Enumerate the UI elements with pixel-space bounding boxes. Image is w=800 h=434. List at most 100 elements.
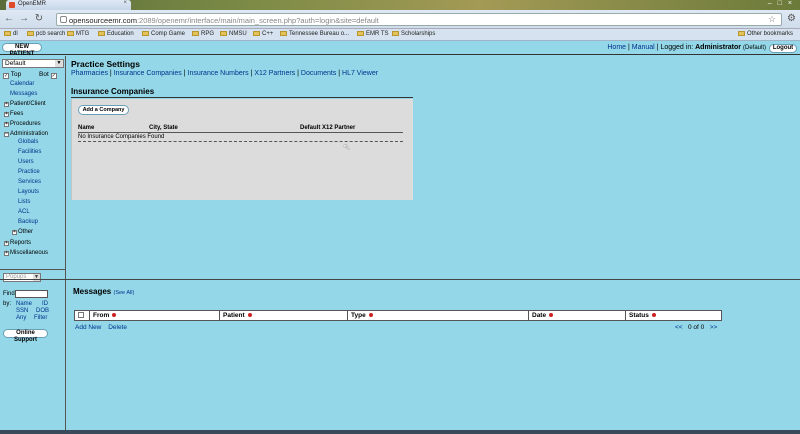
new-patient-button[interactable]: NEW PATIENT: [2, 43, 42, 57]
section-divider: [71, 97, 413, 98]
nav-messages[interactable]: Messages: [10, 91, 37, 97]
find-by-name[interactable]: Name: [16, 301, 32, 307]
find-by-id[interactable]: ID: [42, 301, 48, 307]
link-documents[interactable]: Documents: [301, 70, 336, 77]
pager-prev[interactable]: <<: [675, 324, 683, 331]
nav-fees[interactable]: + Fees: [4, 111, 23, 117]
nav-globals[interactable]: Globals: [18, 139, 38, 145]
find-by-ssn[interactable]: SSN: [16, 308, 28, 314]
nav-lists[interactable]: Lists: [18, 199, 30, 205]
bot-checkbox[interactable]: ✓: [50, 73, 57, 79]
sort-icon: [651, 313, 656, 317]
select-all-checkbox[interactable]: [78, 312, 84, 318]
bookmark-item[interactable]: EMR TS: [357, 31, 389, 37]
manual-link[interactable]: Manual: [632, 44, 655, 51]
home-link[interactable]: Home: [607, 44, 626, 51]
nav-miscellaneous[interactable]: + Miscellaneous: [4, 250, 48, 256]
by-label: by:: [3, 301, 12, 307]
bookmark-item[interactable]: RPG: [192, 31, 214, 37]
column-header-city-state: City, State: [149, 125, 178, 131]
close-tab-icon[interactable]: ×: [123, 0, 127, 6]
column-header-name: Name: [78, 125, 95, 131]
nav-layouts[interactable]: Layouts: [18, 189, 39, 195]
delete-link[interactable]: Delete: [108, 324, 127, 331]
reload-icon[interactable]: ↻: [33, 13, 45, 25]
top-links: Home | Manual | Logged in: Administrator…: [607, 44, 766, 51]
settings-links: Pharmacies | Insurance Companies | Insur…: [71, 70, 379, 77]
link-insurance-companies[interactable]: Insurance Companies: [114, 70, 182, 77]
top-checkbox[interactable]: ✓: [3, 73, 9, 79]
nav-administration[interactable]: – Administration: [4, 131, 48, 137]
bookmark-item[interactable]: pcb search: [27, 31, 65, 37]
header-divider: [78, 132, 403, 133]
sort-icon: [549, 313, 554, 317]
folder-icon: [142, 31, 149, 36]
online-support-button[interactable]: Online Support: [3, 329, 48, 343]
bookmark-item[interactable]: C++: [253, 31, 273, 37]
see-all-link[interactable]: (See All): [113, 290, 134, 296]
find-by-dob[interactable]: DOB: [36, 308, 49, 314]
window-controls[interactable]: –□×: [768, 0, 798, 10]
pager-next[interactable]: >>: [710, 324, 718, 331]
folder-icon: [253, 31, 260, 36]
section-title: Insurance Companies: [71, 87, 155, 96]
find-input[interactable]: [15, 290, 48, 298]
other-bookmarks[interactable]: Other bookmarks: [738, 31, 793, 37]
nav-backup[interactable]: Backup: [18, 219, 38, 225]
link-insurance-numbers[interactable]: Insurance Numbers: [188, 70, 249, 77]
expand-icon: +: [4, 240, 9, 246]
nav-other[interactable]: + Other: [12, 229, 33, 235]
address-bar[interactable]: opensourceemr.com:2089/openemr/interface…: [56, 13, 782, 26]
column-header-type[interactable]: Type: [347, 311, 528, 320]
forward-icon[interactable]: →: [18, 13, 30, 25]
expand-icon: +: [4, 101, 9, 107]
back-icon[interactable]: ←: [3, 13, 15, 25]
link-x12-partners[interactable]: X12 Partners: [254, 70, 295, 77]
link-hl7-viewer[interactable]: HL7 Viewer: [342, 70, 378, 77]
bookmark-star-icon[interactable]: ☆: [768, 14, 776, 25]
nav-services[interactable]: Services: [18, 179, 41, 185]
nav-patient-client[interactable]: + Patient/Client: [4, 101, 46, 107]
find-by-filter[interactable]: Filter: [34, 315, 47, 321]
folder-icon: [392, 31, 399, 36]
add-company-button[interactable]: Add a Company: [78, 105, 129, 115]
user-group: (Default): [742, 45, 766, 51]
bookmark-item[interactable]: Tennessee Bureau o...: [280, 31, 349, 37]
nav-practice[interactable]: Practice: [18, 169, 40, 175]
nav-acl[interactable]: ACL: [18, 209, 30, 215]
column-header-status[interactable]: Status: [625, 311, 721, 320]
messages-title-text: Messages: [73, 287, 112, 296]
bookmark-item[interactable]: dl: [4, 31, 18, 37]
nav-calendar[interactable]: Calendar: [10, 81, 34, 87]
logout-button[interactable]: Logout: [769, 44, 797, 53]
find-by-any[interactable]: Any: [16, 315, 26, 321]
nav-facilities[interactable]: Facilities: [18, 149, 41, 155]
nav-users[interactable]: Users: [18, 159, 34, 165]
column-header-date[interactable]: Date: [528, 311, 625, 320]
collapse-icon: –: [4, 131, 9, 137]
mode-select[interactable]: Default ▼: [2, 59, 64, 68]
bookmark-item[interactable]: Education: [98, 31, 134, 37]
wrench-menu-icon[interactable]: ⚙: [787, 13, 796, 24]
folder-icon: [98, 31, 105, 36]
bookmark-item[interactable]: Scholarships: [392, 31, 435, 37]
add-new-link[interactable]: Add New: [75, 324, 101, 331]
select-all-cell: [75, 311, 89, 320]
bookmark-item[interactable]: NMSU: [220, 31, 247, 37]
folder-icon: [280, 31, 287, 36]
popups-select[interactable]: Popups ▼: [3, 273, 41, 282]
browser-tab[interactable]: OpenEMR ×: [6, 0, 131, 10]
bookmark-item[interactable]: MTG: [67, 31, 89, 37]
nav-procedures[interactable]: + Procedures: [4, 121, 41, 127]
os-taskbar: [0, 430, 800, 434]
sort-icon: [247, 313, 252, 317]
column-header-patient[interactable]: Patient: [219, 311, 347, 320]
favicon-icon: [9, 2, 15, 8]
top-label: Top: [10, 71, 22, 78]
link-pharmacies[interactable]: Pharmacies: [71, 70, 108, 77]
nav-reports[interactable]: + Reports: [4, 240, 31, 246]
column-header-from[interactable]: From: [89, 311, 219, 320]
folder-icon: [192, 31, 199, 36]
column-header-x12-partner: Default X12 Partner: [300, 125, 356, 131]
bookmark-item[interactable]: Comp Game: [142, 31, 185, 37]
